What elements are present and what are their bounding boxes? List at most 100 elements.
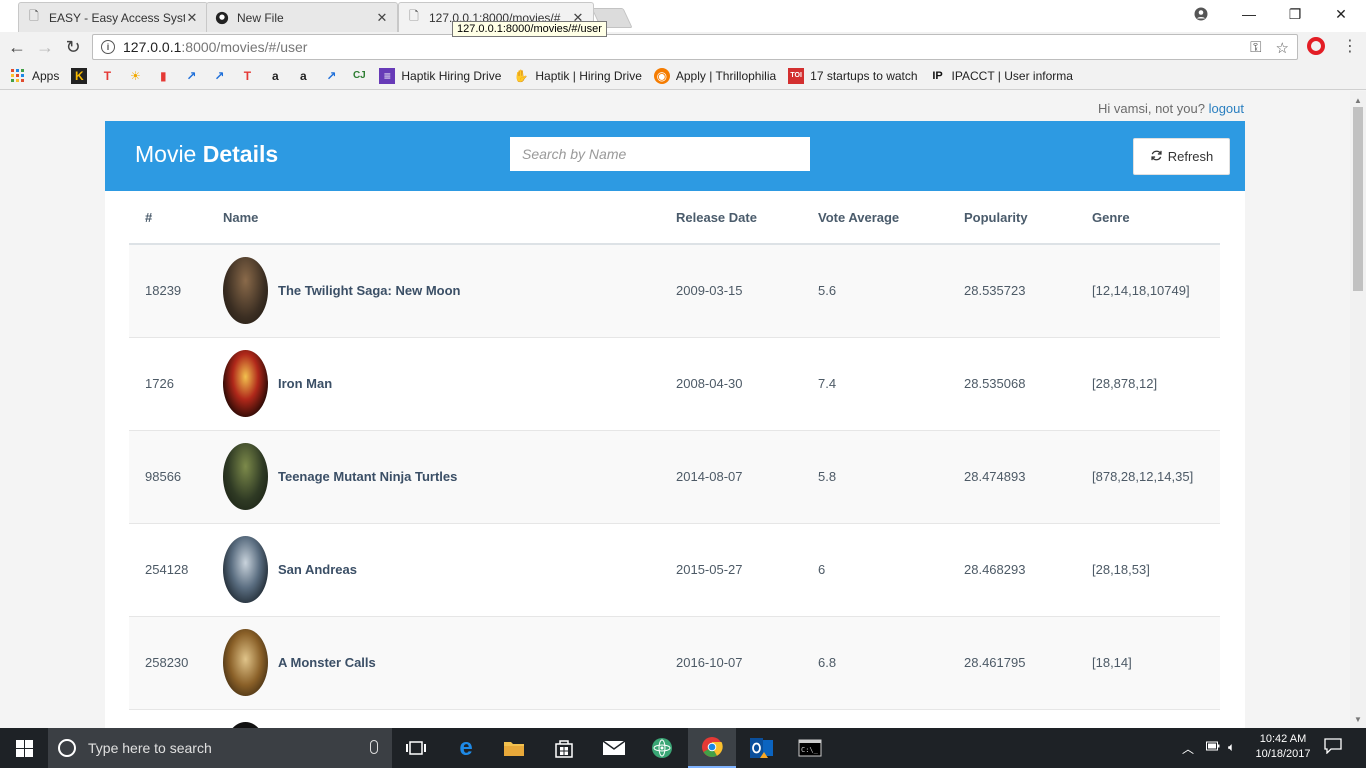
col-release[interactable]: Release Date (660, 191, 802, 245)
forward-arrow-icon[interactable]: → (34, 36, 56, 58)
movie-name[interactable]: Iron Man (278, 376, 332, 391)
scroll-down-icon[interactable]: ▼ (1350, 712, 1366, 726)
scroll-up-icon[interactable]: ▲ (1350, 93, 1366, 107)
bookmark-amazon[interactable]: a (267, 68, 283, 84)
bookmark-bulb[interactable]: ☀ (127, 68, 143, 84)
close-icon[interactable]: ✕ (185, 10, 199, 26)
col-name[interactable]: Name (207, 191, 660, 245)
tab-easy[interactable]: 🗋 EASY - Easy Access Syste ✕ (18, 2, 208, 32)
bookmark-label: IPACCT | User informa (951, 68, 1073, 83)
file-explorer-icon[interactable] (490, 728, 538, 768)
profile-icon[interactable] (1178, 0, 1224, 28)
table-header-row: # Name Release Date Vote Average Popular… (129, 191, 1220, 245)
reload-icon[interactable]: ↻ (62, 36, 84, 58)
movie-name[interactable]: The Twilight Saga: New Moon (278, 283, 460, 298)
movie-name[interactable]: San Andreas (278, 562, 357, 577)
bookmark-ipacct[interactable]: IP IPACCT | User informa (930, 68, 1073, 84)
poster-image (223, 536, 268, 603)
taskbar-search[interactable]: Type here to search (48, 728, 392, 768)
close-icon[interactable]: ✕ (375, 10, 389, 26)
apps-grid-icon (10, 68, 26, 84)
col-genre[interactable]: Genre (1076, 191, 1220, 245)
edge-icon[interactable]: e (442, 728, 490, 768)
bookmark-trend[interactable]: ↗ (323, 68, 339, 84)
scrollbar-thumb[interactable] (1353, 107, 1363, 291)
tab-new-file[interactable]: New File ✕ (206, 2, 398, 32)
trend-icon: ↗ (214, 68, 225, 83)
bookmark-t[interactable]: T (239, 68, 255, 84)
search-input[interactable]: Search by Name (510, 137, 810, 171)
windows-start-icon[interactable] (0, 728, 48, 768)
info-icon[interactable]: i (101, 40, 115, 54)
vote-average: 5.6 (802, 244, 948, 338)
table-row[interactable]: 18239 The Twilight Saga: New Moon 2009-0… (129, 244, 1220, 338)
title-bold: Details (202, 141, 279, 167)
col-id[interactable]: # (129, 191, 207, 245)
clock-date: 10/18/2017 (1255, 748, 1311, 760)
table-row[interactable]: 254128 San Andreas 2015-05-27 6 28.46829… (129, 523, 1220, 617)
k-icon: K (71, 67, 88, 84)
opera-icon[interactable] (1307, 37, 1325, 55)
poster-image (223, 350, 268, 417)
github-icon (215, 11, 229, 25)
task-view-icon[interactable] (392, 728, 440, 768)
release-date (660, 709, 802, 728)
thrillophilia-icon: ◉ (653, 67, 670, 84)
bookmark-thrillophilia[interactable]: ◉ Apply | Thrillophilia (653, 67, 776, 84)
terminal-icon[interactable]: C:\_ (786, 728, 834, 768)
genre (1076, 709, 1220, 728)
bookmark-haptik-forms[interactable]: ≡ Haptik Hiring Drive (379, 67, 501, 84)
genre: [878,28,12,14,35] (1076, 430, 1220, 524)
bookmark-amazon[interactable]: a (295, 68, 311, 84)
star-icon[interactable]: ☆ (1276, 39, 1289, 57)
atom-icon[interactable] (638, 728, 686, 768)
chevron-up-icon[interactable]: ︿ (1182, 740, 1194, 757)
close-window-button[interactable]: ✕ (1318, 0, 1364, 28)
bookmark-haptik[interactable]: ✋ Haptik | Hiring Drive (513, 68, 642, 84)
back-arrow-icon[interactable]: ← (6, 36, 28, 58)
bookmark-trend[interactable]: ↗ (211, 68, 227, 84)
page-icon: 🗋 (409, 9, 419, 23)
menu-icon[interactable]: ⋮ (1340, 36, 1360, 56)
trend-icon: ↗ (326, 68, 337, 83)
name-cell: Iron Man (207, 337, 660, 431)
movie-name[interactable]: Teenage Mutant Ninja Turtles (278, 469, 457, 484)
notifications-icon[interactable] (1324, 738, 1342, 757)
chrome-icon[interactable] (688, 728, 736, 768)
address-bar[interactable]: i 127.0.0.1:8000/movies/#/user ⚿ ☆ (92, 34, 1298, 60)
col-vote[interactable]: Vote Average (802, 191, 948, 245)
bookmark-apps[interactable]: Apps (10, 68, 59, 84)
bookmark-k[interactable]: K (71, 67, 88, 84)
user-greeting: Hi vamsi, not you? logout (1098, 101, 1244, 116)
bookmark-label: 17 startups to watch (810, 68, 918, 83)
bookmark-toi[interactable]: TOI 17 startups to watch (788, 67, 918, 84)
microphone-icon[interactable] (370, 740, 378, 754)
maximize-button[interactable]: ❐ (1272, 0, 1318, 28)
key-icon[interactable]: ⚿ (1250, 39, 1261, 57)
table-row[interactable]: 258230 A Monster Calls 2016-10-07 6.8 28… (129, 616, 1220, 710)
col-popularity[interactable]: Popularity (948, 191, 1076, 245)
battery-icon[interactable] (1206, 740, 1220, 754)
refresh-button[interactable]: Refresh (1133, 138, 1230, 175)
table-row[interactable]: 1726 Iron Man 2008-04-30 7.4 28.535068 [… (129, 337, 1220, 431)
bookmark-bars[interactable]: ▮ (155, 68, 171, 84)
bookmark-cj[interactable]: CJ (351, 68, 367, 84)
mail-icon[interactable] (590, 728, 638, 768)
store-icon[interactable] (540, 728, 588, 768)
table-row[interactable]: 98566 Teenage Mutant Ninja Turtles 2014-… (129, 430, 1220, 524)
bookmark-trend[interactable]: ↗ (183, 68, 199, 84)
genre: [28,878,12] (1076, 337, 1220, 431)
bookmark-t[interactable]: T (99, 68, 115, 84)
t-icon: T (243, 68, 252, 83)
movie-name[interactable]: A Monster Calls (278, 655, 376, 670)
volume-icon[interactable]: 🔈︎ (1228, 740, 1235, 755)
table-row[interactable] (129, 709, 1220, 728)
cj-icon: CJ (352, 70, 366, 81)
system-clock[interactable]: 10:42 AM 10/18/2017 (1252, 732, 1314, 762)
page-scrollbar[interactable]: ▲ ▼ (1350, 91, 1366, 728)
outlook-icon[interactable] (738, 728, 786, 768)
minimize-button[interactable]: — (1226, 0, 1272, 28)
ip-icon: IP (932, 69, 943, 82)
browser-tab-strip: 🗋 EASY - Easy Access Syste ✕ New File ✕ … (0, 0, 1366, 32)
logout-link[interactable]: logout (1209, 101, 1244, 116)
